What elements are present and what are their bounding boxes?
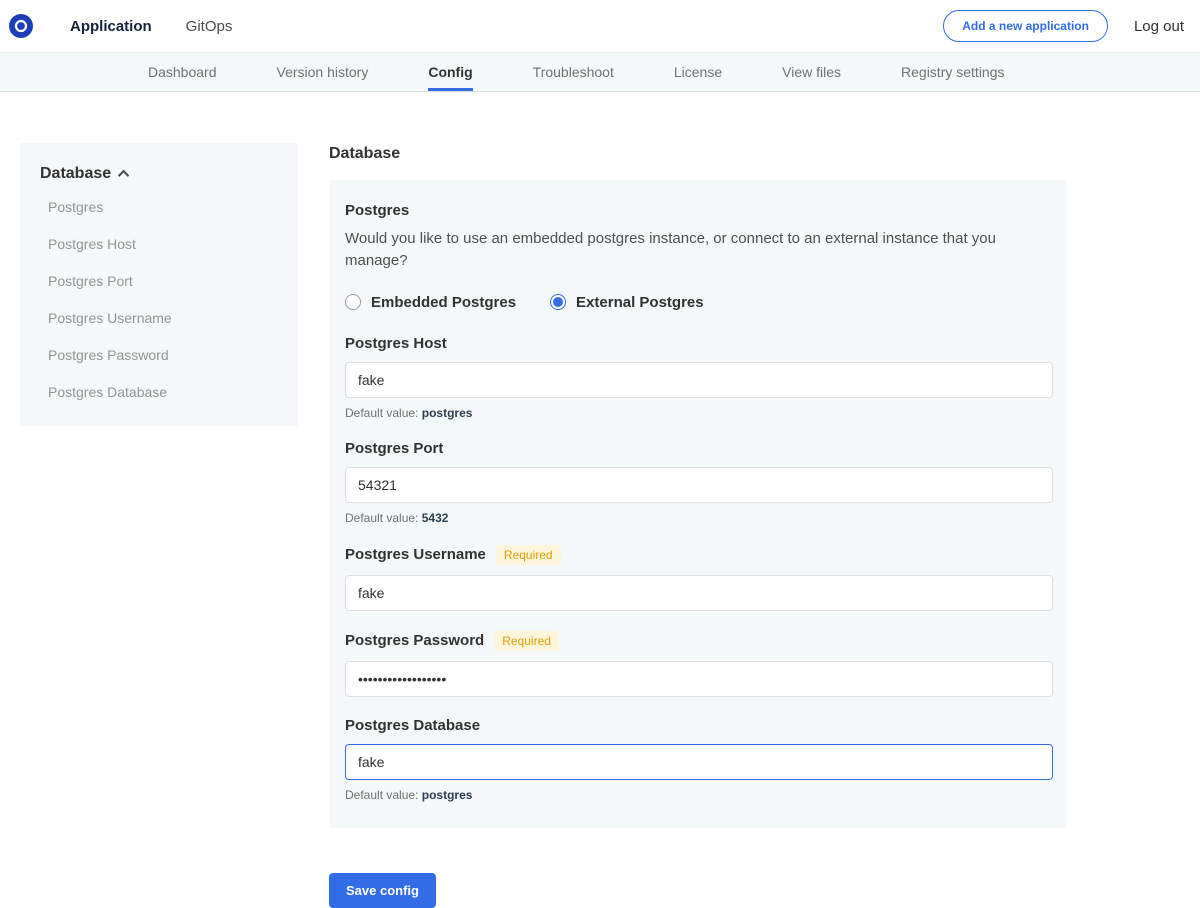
subnav-view-files[interactable]: View files: [782, 53, 841, 91]
default-label: Default value:: [345, 406, 418, 420]
default-value: 5432: [422, 511, 449, 525]
subnav-troubleshoot[interactable]: Troubleshoot: [533, 53, 614, 91]
chevron-up-icon: [118, 170, 129, 181]
section-title: Database: [329, 145, 1067, 163]
subnav-dashboard[interactable]: Dashboard: [148, 53, 217, 91]
field-postgres-port: Postgres Port Default value: 5432: [345, 440, 1053, 525]
top-nav: Application GitOps Add a new application…: [0, 0, 1200, 52]
radio-external-postgres[interactable]: External Postgres: [550, 294, 704, 311]
field-label: Postgres Host: [345, 335, 1053, 352]
config-page: Database Postgres Postgres Host Postgres…: [0, 143, 1200, 908]
postgres-host-input[interactable]: [345, 362, 1053, 398]
subnav-version-history[interactable]: Version history: [277, 53, 369, 91]
radio-unselected-icon[interactable]: [345, 294, 361, 310]
field-label-text: Postgres Password: [345, 632, 484, 649]
config-group-panel: Postgres Would you like to use an embedd…: [329, 180, 1067, 828]
subnav-registry-settings[interactable]: Registry settings: [901, 53, 1004, 91]
add-application-button[interactable]: Add a new application: [943, 10, 1108, 42]
field-label: Postgres Port: [345, 440, 1053, 457]
required-badge: Required: [494, 631, 559, 651]
app-logo-icon: [8, 13, 34, 39]
config-main: Database Postgres Would you like to use …: [329, 143, 1067, 908]
field-label: Postgres Database: [345, 717, 1053, 734]
sidebar-item-postgres-password[interactable]: Postgres Password: [48, 347, 278, 363]
postgres-port-input[interactable]: [345, 467, 1053, 503]
group-title: Postgres: [345, 202, 1053, 219]
sidebar-item-postgres-database[interactable]: Postgres Database: [48, 384, 278, 400]
field-label-text: Postgres Port: [345, 440, 443, 457]
field-label: Postgres Password Required: [345, 631, 1053, 651]
sidebar-item-postgres-username[interactable]: Postgres Username: [48, 310, 278, 326]
radio-embedded-postgres[interactable]: Embedded Postgres: [345, 294, 516, 311]
postgres-radio-group: Embedded Postgres External Postgres: [345, 294, 1053, 311]
field-label-text: Postgres Database: [345, 717, 480, 734]
default-value: postgres: [422, 788, 473, 802]
tab-gitops[interactable]: GitOps: [184, 12, 235, 41]
subnav-license[interactable]: License: [674, 53, 722, 91]
field-label-text: Postgres Host: [345, 335, 447, 352]
radio-embedded-label: Embedded Postgres: [371, 294, 516, 311]
save-config-button[interactable]: Save config: [329, 873, 436, 908]
postgres-database-input[interactable]: [345, 744, 1053, 780]
logout-button[interactable]: Log out: [1134, 18, 1184, 35]
field-postgres-host: Postgres Host Default value: postgres: [345, 335, 1053, 420]
default-value-helper: Default value: postgres: [345, 406, 1053, 420]
sidebar-item-postgres-host[interactable]: Postgres Host: [48, 236, 278, 252]
default-label: Default value:: [345, 788, 418, 802]
sidebar-item-list: Postgres Postgres Host Postgres Port Pos…: [40, 199, 278, 400]
subnav-config[interactable]: Config: [428, 53, 472, 91]
default-value: postgres: [422, 406, 473, 420]
tab-application[interactable]: Application: [68, 12, 154, 41]
sidebar-item-postgres-port[interactable]: Postgres Port: [48, 273, 278, 289]
group-description: Would you like to use an embedded postgr…: [345, 228, 1053, 272]
field-label-text: Postgres Username: [345, 546, 486, 563]
radio-external-label: External Postgres: [576, 294, 704, 311]
sidebar-group-label: Database: [40, 165, 111, 183]
default-value-helper: Default value: postgres: [345, 788, 1053, 802]
postgres-password-input[interactable]: [345, 661, 1053, 697]
required-badge: Required: [496, 545, 561, 565]
sidebar-item-postgres[interactable]: Postgres: [48, 199, 278, 215]
postgres-username-input[interactable]: [345, 575, 1053, 611]
app-subnav: Dashboard Version history Config Trouble…: [0, 52, 1200, 92]
config-sidebar: Database Postgres Postgres Host Postgres…: [20, 143, 298, 426]
default-label: Default value:: [345, 511, 418, 525]
default-value-helper: Default value: 5432: [345, 511, 1053, 525]
sidebar-group-database[interactable]: Database: [40, 165, 278, 183]
field-postgres-password: Postgres Password Required: [345, 631, 1053, 697]
field-postgres-username: Postgres Username Required: [345, 545, 1053, 611]
field-postgres-database: Postgres Database Default value: postgre…: [345, 717, 1053, 802]
radio-selected-icon[interactable]: [550, 294, 566, 310]
field-label: Postgres Username Required: [345, 545, 1053, 565]
